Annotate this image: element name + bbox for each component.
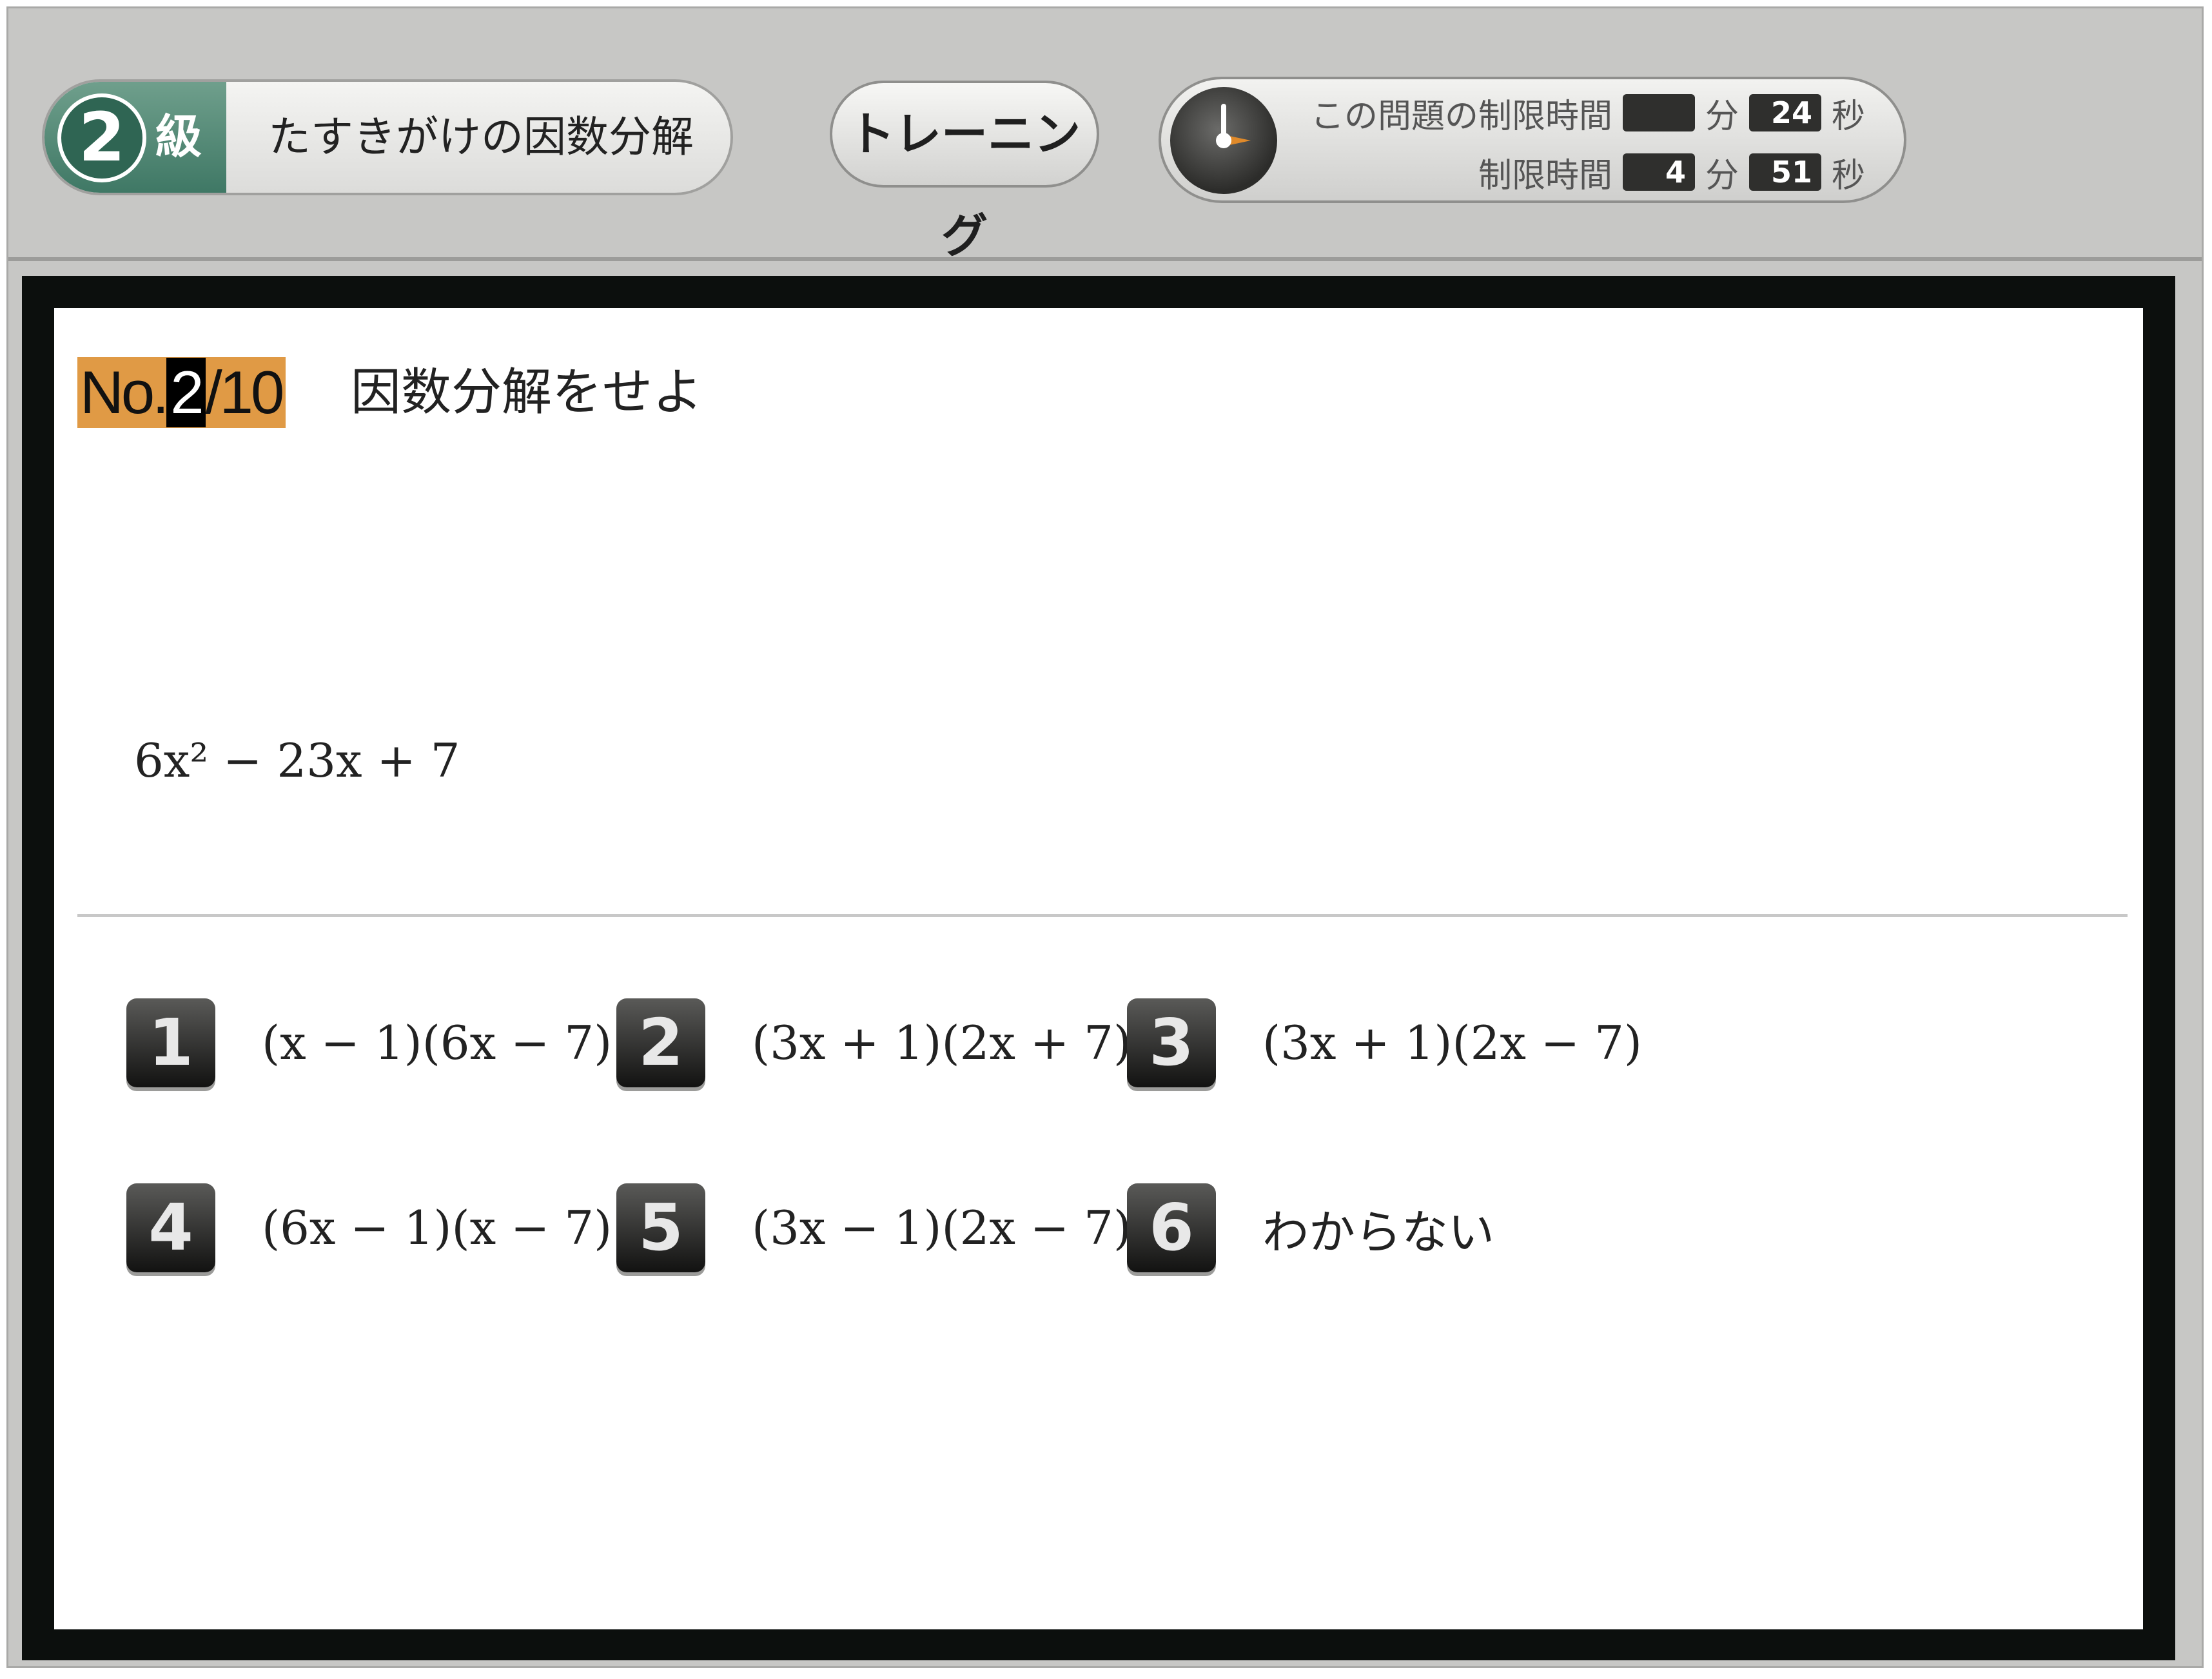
choice-text: (6x − 1)(x − 7): [262, 1201, 612, 1255]
second-unit: 秒: [1831, 156, 1865, 195]
choice-6[interactable]: 6 わからない: [1127, 1183, 1494, 1272]
choice-number[interactable]: 5: [616, 1183, 705, 1272]
grade-topic-pill: 2 級 たすきがけの因数分解: [42, 79, 733, 195]
question-number-badge: No. 2 /10: [77, 357, 286, 428]
problem-minutes: [1622, 94, 1695, 131]
total-limit-label: 制限時間: [1478, 156, 1612, 195]
choice-5[interactable]: 5 (3x − 1)(2x − 7): [616, 1183, 1131, 1272]
choice-text: わからない: [1262, 1205, 1495, 1259]
total-time-row: 制限時間 4 分 51 秒: [1478, 146, 1865, 198]
stopwatch-icon: [1170, 87, 1277, 194]
header-bar: 2 級 たすきがけの因数分解 トレーニング この問題の制限時間 分 24 秒 制…: [8, 8, 2202, 263]
question-total: /10: [205, 358, 285, 426]
choice-text: (3x + 1)(2x − 7): [1262, 1016, 1643, 1070]
grade-number: 2: [57, 93, 146, 182]
choice-1[interactable]: 1 (x − 1)(6x − 7): [126, 998, 612, 1087]
choice-text: (3x − 1)(2x − 7): [752, 1201, 1132, 1255]
grade-label: 級: [155, 110, 202, 164]
question-instruction: 因数分解をせよ: [351, 364, 703, 422]
question-prefix: No.: [80, 358, 169, 426]
question-current: 2: [166, 358, 206, 427]
choice-2[interactable]: 2 (3x + 1)(2x + 7): [616, 998, 1131, 1087]
problem-seconds: 24: [1748, 94, 1821, 131]
minute-unit: 分: [1705, 156, 1739, 195]
choice-3[interactable]: 3 (3x + 1)(2x − 7): [1127, 998, 1642, 1087]
choice-text: (x − 1)(6x − 7): [262, 1016, 612, 1070]
problem-time-row: この問題の制限時間 分 24 秒: [1311, 87, 1865, 139]
problem-limit-label: この問題の制限時間: [1310, 97, 1612, 136]
training-mode-button[interactable]: トレーニング: [830, 81, 1099, 263]
question-expression: 6x² − 23x + 7: [134, 733, 460, 788]
choice-number[interactable]: 6: [1127, 1183, 1216, 1272]
total-minutes: 4: [1622, 153, 1695, 191]
timer-panel: この問題の制限時間 分 24 秒 制限時間 4 分 51 秒: [1159, 77, 1906, 203]
topic-title: たすきがけの因数分解: [268, 112, 694, 162]
choice-text: (3x + 1)(2x + 7): [752, 1016, 1132, 1070]
minute-unit: 分: [1705, 97, 1739, 136]
choice-number[interactable]: 3: [1127, 998, 1216, 1087]
divider: [77, 914, 2128, 917]
question-panel: No. 2 /10 因数分解をせよ 6x² − 23x + 7 1 (x − 1…: [54, 308, 2143, 1629]
grade-badge: 2 級: [44, 82, 226, 193]
second-unit: 秒: [1831, 97, 1865, 136]
choice-number[interactable]: 4: [126, 1183, 215, 1272]
choice-4[interactable]: 4 (6x − 1)(x − 7): [126, 1183, 612, 1272]
choice-number[interactable]: 1: [126, 998, 215, 1087]
choice-number[interactable]: 2: [616, 998, 705, 1087]
total-seconds: 51: [1748, 153, 1821, 191]
